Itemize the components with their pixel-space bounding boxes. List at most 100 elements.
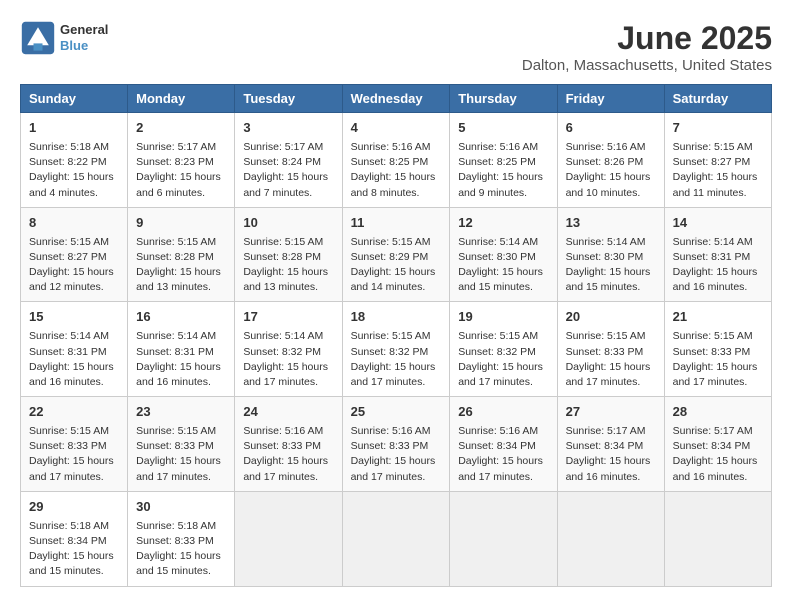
day-cell: 10Sunrise: 5:15 AMSunset: 8:28 PMDayligh…	[235, 207, 342, 302]
day-info: and 6 minutes.	[136, 186, 226, 201]
day-info: Sunrise: 5:15 AM	[351, 235, 442, 250]
day-number: 6	[566, 119, 656, 138]
day-cell: 30Sunrise: 5:18 AMSunset: 8:33 PMDayligh…	[128, 491, 235, 586]
day-info: and 17 minutes.	[351, 470, 442, 485]
month-title: June 2025	[522, 20, 772, 57]
header-cell-tuesday: Tuesday	[235, 85, 342, 113]
day-number: 16	[136, 308, 226, 327]
logo-icon	[20, 20, 56, 56]
day-cell: 16Sunrise: 5:14 AMSunset: 8:31 PMDayligh…	[128, 302, 235, 397]
header-cell-saturday: Saturday	[664, 85, 771, 113]
day-number: 28	[673, 403, 763, 422]
week-row-1: 1Sunrise: 5:18 AMSunset: 8:22 PMDaylight…	[21, 113, 772, 208]
day-info: and 17 minutes.	[243, 375, 333, 390]
day-info: and 9 minutes.	[458, 186, 548, 201]
day-cell: 8Sunrise: 5:15 AMSunset: 8:27 PMDaylight…	[21, 207, 128, 302]
day-number: 29	[29, 498, 119, 517]
day-info: Sunset: 8:28 PM	[243, 250, 333, 265]
day-number: 17	[243, 308, 333, 327]
day-info: Daylight: 15 hours	[673, 265, 763, 280]
title-area: June 2025 Dalton, Massachusetts, United …	[522, 20, 772, 74]
day-info: Sunset: 8:25 PM	[458, 155, 548, 170]
day-info: and 11 minutes.	[673, 186, 763, 201]
day-info: Sunrise: 5:14 AM	[29, 329, 119, 344]
day-info: Sunset: 8:28 PM	[136, 250, 226, 265]
day-info: Sunrise: 5:16 AM	[458, 424, 548, 439]
day-info: Sunrise: 5:14 AM	[566, 235, 656, 250]
day-number: 15	[29, 308, 119, 327]
day-info: and 16 minutes.	[566, 470, 656, 485]
location-title: Dalton, Massachusetts, United States	[522, 57, 772, 74]
day-info: Sunset: 8:33 PM	[29, 439, 119, 454]
day-number: 2	[136, 119, 226, 138]
day-number: 23	[136, 403, 226, 422]
day-number: 1	[29, 119, 119, 138]
calendar-table: SundayMondayTuesdayWednesdayThursdayFrid…	[20, 84, 772, 587]
day-info: Sunset: 8:23 PM	[136, 155, 226, 170]
day-cell: 17Sunrise: 5:14 AMSunset: 8:32 PMDayligh…	[235, 302, 342, 397]
day-info: Daylight: 15 hours	[458, 454, 548, 469]
day-info: Sunset: 8:33 PM	[243, 439, 333, 454]
day-info: Daylight: 15 hours	[136, 170, 226, 185]
day-info: Sunset: 8:30 PM	[566, 250, 656, 265]
day-info: and 17 minutes.	[458, 470, 548, 485]
day-info: Daylight: 15 hours	[566, 454, 656, 469]
day-info: Daylight: 15 hours	[136, 265, 226, 280]
day-info: Sunset: 8:33 PM	[351, 439, 442, 454]
day-cell: 5Sunrise: 5:16 AMSunset: 8:25 PMDaylight…	[450, 113, 557, 208]
day-info: Sunrise: 5:16 AM	[351, 424, 442, 439]
day-cell: 18Sunrise: 5:15 AMSunset: 8:32 PMDayligh…	[342, 302, 450, 397]
day-info: Daylight: 15 hours	[351, 170, 442, 185]
day-info: Sunset: 8:26 PM	[566, 155, 656, 170]
day-info: Daylight: 15 hours	[673, 170, 763, 185]
day-cell: 7Sunrise: 5:15 AMSunset: 8:27 PMDaylight…	[664, 113, 771, 208]
day-cell: 29Sunrise: 5:18 AMSunset: 8:34 PMDayligh…	[21, 491, 128, 586]
day-number: 25	[351, 403, 442, 422]
day-info: Daylight: 15 hours	[351, 360, 442, 375]
day-info: Daylight: 15 hours	[243, 265, 333, 280]
day-cell: 15Sunrise: 5:14 AMSunset: 8:31 PMDayligh…	[21, 302, 128, 397]
day-info: Daylight: 15 hours	[566, 265, 656, 280]
day-info: Daylight: 15 hours	[351, 265, 442, 280]
day-info: Sunset: 8:34 PM	[458, 439, 548, 454]
day-cell: 13Sunrise: 5:14 AMSunset: 8:30 PMDayligh…	[557, 207, 664, 302]
day-info: Sunset: 8:31 PM	[136, 345, 226, 360]
day-info: Sunrise: 5:17 AM	[136, 140, 226, 155]
day-info: Sunset: 8:33 PM	[673, 345, 763, 360]
day-info: Sunrise: 5:17 AM	[243, 140, 333, 155]
day-info: Daylight: 15 hours	[458, 265, 548, 280]
day-cell: 1Sunrise: 5:18 AMSunset: 8:22 PMDaylight…	[21, 113, 128, 208]
day-number: 20	[566, 308, 656, 327]
day-info: Sunrise: 5:15 AM	[29, 424, 119, 439]
day-cell	[557, 491, 664, 586]
logo-line1: General	[60, 22, 108, 38]
day-info: and 15 minutes.	[29, 564, 119, 579]
day-info: Sunset: 8:25 PM	[351, 155, 442, 170]
day-number: 4	[351, 119, 442, 138]
day-info: Sunrise: 5:18 AM	[136, 519, 226, 534]
day-info: Sunrise: 5:15 AM	[136, 424, 226, 439]
day-info: Sunset: 8:32 PM	[351, 345, 442, 360]
header-cell-friday: Friday	[557, 85, 664, 113]
day-cell: 25Sunrise: 5:16 AMSunset: 8:33 PMDayligh…	[342, 397, 450, 492]
day-info: Sunrise: 5:14 AM	[458, 235, 548, 250]
day-info: Sunset: 8:31 PM	[673, 250, 763, 265]
day-info: and 10 minutes.	[566, 186, 656, 201]
day-info: Sunset: 8:27 PM	[29, 250, 119, 265]
day-cell: 23Sunrise: 5:15 AMSunset: 8:33 PMDayligh…	[128, 397, 235, 492]
day-info: Daylight: 15 hours	[243, 170, 333, 185]
day-info: and 16 minutes.	[673, 470, 763, 485]
day-info: Sunset: 8:32 PM	[458, 345, 548, 360]
week-row-4: 22Sunrise: 5:15 AMSunset: 8:33 PMDayligh…	[21, 397, 772, 492]
day-info: Sunset: 8:22 PM	[29, 155, 119, 170]
day-number: 14	[673, 214, 763, 233]
day-number: 10	[243, 214, 333, 233]
day-info: Sunset: 8:24 PM	[243, 155, 333, 170]
day-info: Daylight: 15 hours	[29, 265, 119, 280]
day-cell: 12Sunrise: 5:14 AMSunset: 8:30 PMDayligh…	[450, 207, 557, 302]
day-info: Sunrise: 5:16 AM	[458, 140, 548, 155]
day-cell: 20Sunrise: 5:15 AMSunset: 8:33 PMDayligh…	[557, 302, 664, 397]
day-info: Sunset: 8:33 PM	[136, 439, 226, 454]
logo: General Blue	[20, 20, 108, 56]
day-info: and 17 minutes.	[29, 470, 119, 485]
